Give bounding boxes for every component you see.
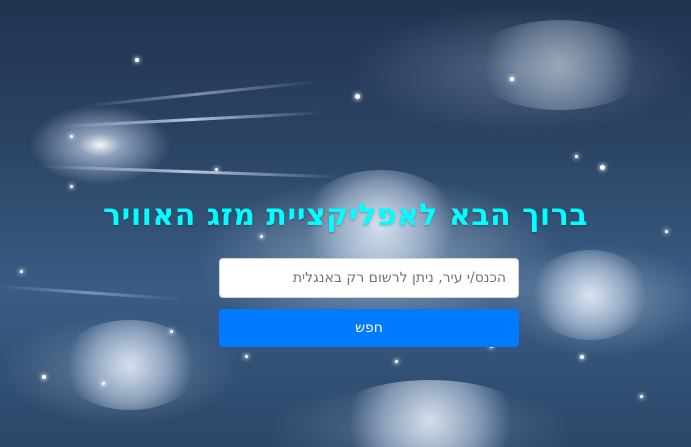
background-cloud <box>330 380 530 447</box>
background-star <box>395 360 398 363</box>
background-star <box>102 382 105 385</box>
background-star <box>20 270 23 273</box>
welcome-title: ברוך הבא לאפליקציית מזג האוויר <box>102 198 589 233</box>
city-search-form: חפש <box>219 258 519 347</box>
weather-app-page: ברוך הבא לאפליקציית מזג האוויר חפש <box>0 0 691 447</box>
background-star <box>70 185 73 188</box>
background-star <box>355 94 360 99</box>
search-button[interactable]: חפש <box>219 309 519 347</box>
background-light-beam <box>59 111 320 128</box>
background-light-beam <box>0 285 180 301</box>
background-light-beam <box>79 79 319 108</box>
background-star <box>580 355 584 359</box>
background-star <box>215 168 218 171</box>
background-star <box>510 77 514 81</box>
background-cloud <box>470 20 650 110</box>
background-star <box>640 395 643 398</box>
background-star <box>70 135 73 138</box>
background-star <box>600 165 605 170</box>
background-star <box>42 375 46 379</box>
background-light-beam <box>39 165 340 179</box>
background-cloud <box>530 250 650 340</box>
background-star <box>135 58 139 62</box>
city-search-input[interactable] <box>219 258 519 298</box>
background-star <box>245 355 248 358</box>
background-star <box>170 330 173 333</box>
background-star <box>260 235 263 238</box>
background-star <box>575 155 578 158</box>
background-cloud <box>60 320 200 410</box>
